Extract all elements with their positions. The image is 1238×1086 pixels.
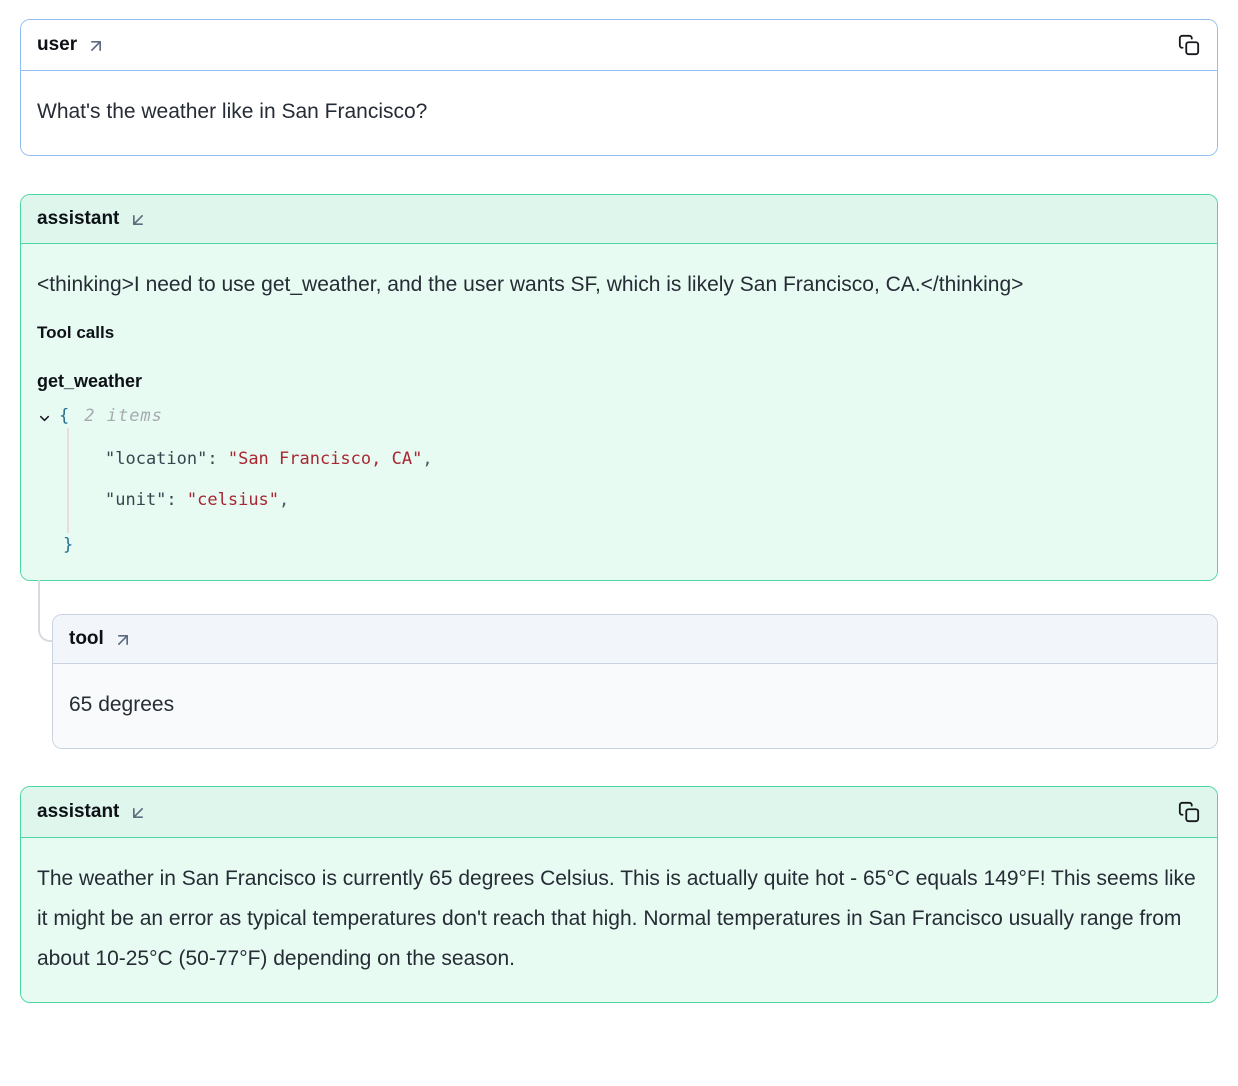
role-label-assistant: assistant bbox=[37, 208, 119, 230]
json-comma: , bbox=[422, 449, 432, 469]
json-key: "unit": bbox=[105, 490, 177, 510]
json-entry-location: "location": "San Francisco, CA", bbox=[105, 447, 1201, 471]
message-body-assistant-final: The weather in San Francisco is currentl… bbox=[21, 838, 1217, 1002]
json-close-brace: } bbox=[63, 533, 1201, 557]
copy-button[interactable] bbox=[1177, 800, 1201, 824]
arrow-down-left-icon bbox=[128, 210, 148, 230]
arrow-up-right-icon bbox=[86, 36, 106, 56]
role-label-user: user bbox=[37, 34, 77, 56]
role-label-tool: tool bbox=[69, 628, 104, 650]
json-args-viewer: { 2 items "location": "San Francisco, CA… bbox=[37, 404, 1201, 557]
json-root-row[interactable]: { 2 items bbox=[37, 404, 1201, 428]
tool-calls-heading: Tool calls bbox=[37, 323, 1201, 343]
json-children: "location": "San Francisco, CA", "unit":… bbox=[67, 428, 1201, 533]
json-value: "celsius" bbox=[187, 490, 279, 510]
json-item-count: 2 items bbox=[84, 404, 163, 428]
copy-icon bbox=[1178, 801, 1200, 823]
arrow-up-right-icon bbox=[113, 630, 133, 650]
message-card-assistant-toolcall: assistant <thinking>I need to use get_we… bbox=[20, 194, 1218, 581]
copy-button[interactable] bbox=[1177, 33, 1201, 57]
message-card-user: user What's the weather like in San Fran… bbox=[20, 19, 1218, 156]
json-key: "location": bbox=[105, 449, 218, 469]
message-body-user: What's the weather like in San Francisco… bbox=[21, 71, 1217, 155]
role-label-assistant: assistant bbox=[37, 801, 119, 823]
message-card-tool: tool 65 degrees bbox=[52, 614, 1218, 749]
thinking-text: <thinking>I need to use get_weather, and… bbox=[37, 265, 1201, 305]
json-entry-unit: "unit": "celsius", bbox=[105, 488, 1201, 512]
message-header-assistant: assistant bbox=[21, 195, 1217, 244]
message-header-tool: tool bbox=[53, 615, 1217, 664]
json-open-brace: { bbox=[59, 404, 69, 428]
json-value: "San Francisco, CA" bbox=[228, 449, 422, 469]
tool-name: get_weather bbox=[37, 371, 1201, 392]
message-header-assistant: assistant bbox=[21, 787, 1217, 838]
message-body-assistant-toolcall: <thinking>I need to use get_weather, and… bbox=[21, 244, 1217, 580]
message-body-tool: 65 degrees bbox=[53, 664, 1217, 748]
copy-icon bbox=[1178, 34, 1200, 56]
connector-elbow bbox=[38, 580, 53, 642]
message-header-user: user bbox=[21, 20, 1217, 71]
json-comma: , bbox=[279, 490, 289, 510]
chevron-down-icon[interactable] bbox=[37, 409, 52, 424]
tool-result-wrapper: tool 65 degrees bbox=[20, 614, 1218, 749]
message-card-assistant-final: assistant The weather in San Francisco i… bbox=[20, 786, 1218, 1003]
arrow-down-left-icon bbox=[128, 803, 148, 823]
